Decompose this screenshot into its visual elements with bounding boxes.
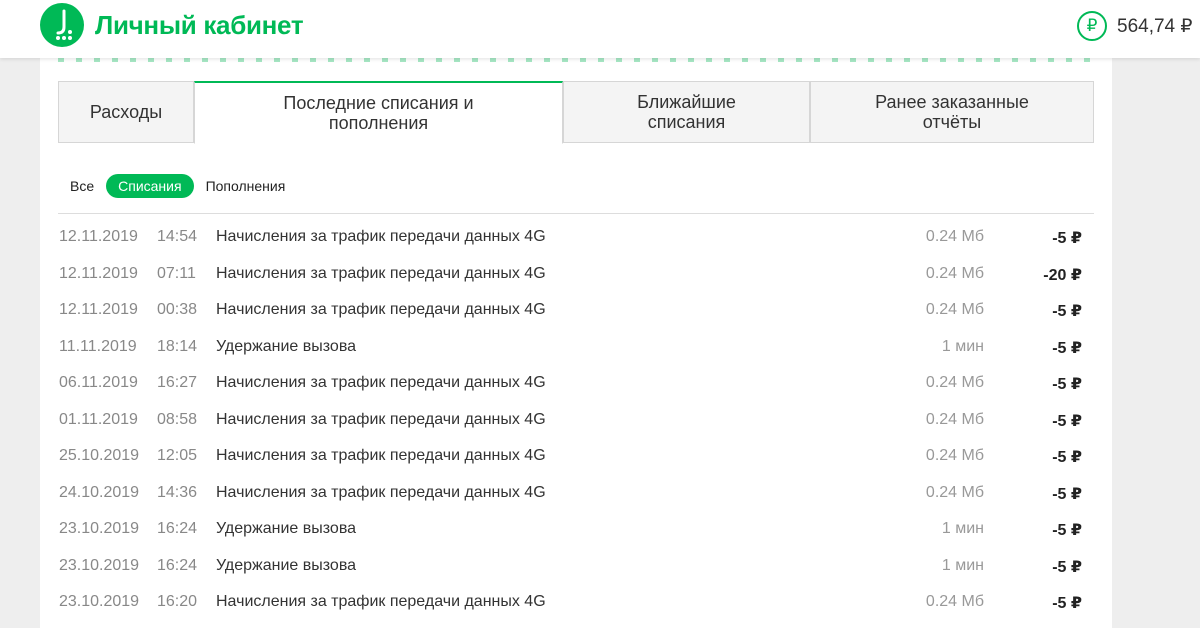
row-date: 25.10.2019 [59,447,140,464]
row-description: Удержание вызова [216,520,357,537]
row-description: Удержание вызова [216,556,357,574]
row-volume: 1 мин [941,337,984,355]
row-date: 06.11.2019 [59,374,138,391]
tab-upcoming-charges[interactable]: Ближайшие списания [563,81,810,143]
table-row[interactable]: 11.11.2019 18:14 Удержание вызова 1 мин -5 ₽ [58,329,1094,366]
row-time: 00:38 [157,301,198,318]
row-volume: 0.24 Мб [925,264,984,282]
row-date: 11.11.2019 [59,337,137,355]
row-amount: -5 ₽ [1052,595,1082,612]
divider [58,213,1094,214]
row-volume: 0.24 Мб [925,593,984,610]
row-amount: -5 ₽ [1052,230,1082,247]
top-header: Личный кабинет ₽ 564,74 ₽ [0,0,1200,58]
row-date: 23.10.2019 [59,556,140,574]
row-description: Начисления за трафик передачи данных 4G [216,410,546,428]
row-amount: -5 ₽ [1052,522,1082,539]
table-row[interactable]: 23.10.2019 16:24 Удержание вызова 1 мин -5 ₽ [58,511,1094,548]
row-amount: -5 ₽ [1052,412,1082,430]
row-amount: -5 ₽ [1052,558,1082,576]
row-date: 12.11.2019 [59,264,138,282]
report-tabs: Расходы Последние списания и пополнения … [58,81,1094,144]
row-date: 24.10.2019 [59,483,140,501]
row-amount: -5 ₽ [1052,303,1082,320]
page-scrollbar[interactable] [1160,58,1200,628]
table-row[interactable]: 12.11.2019 00:38 Начисления за трафик пере… [58,292,1094,329]
row-volume: 0.24 Мб [925,374,984,391]
row-time: 16:27 [157,374,198,391]
row-volume: 0.24 Мб [925,410,984,428]
row-description: Начисления за трафик передачи данных 4G [216,374,546,391]
table-row[interactable]: 25.10.2019 12:05 Начисления за трафик пере… [58,438,1094,475]
tab-label-line2: пополнения [328,113,429,133]
row-time: 12:05 [157,447,198,464]
row-time: 14:54 [157,228,198,245]
table-row[interactable]: 12.11.2019 14:54 Начисления за трафик пере… [58,219,1094,256]
table-row[interactable]: 23.10.2019 16:24 Удержание вызова 1 мин -5 ₽ [58,548,1094,585]
row-description: Начисления за трафик передачи данных 4G [216,593,546,610]
row-time: 18:14 [157,337,198,355]
ruble-icon[interactable]: ₽ [1077,11,1107,41]
row-description: Начисления за трафик передачи данных 4G [216,483,546,501]
row-time: 07:11 [157,264,196,282]
table-row[interactable]: 12.11.2019 07:11 Начисления за трафик пере… [58,256,1094,293]
table-row[interactable]: 23.10.2019 16:20 Начисления за трафик пере… [58,584,1094,621]
row-volume: 1 мин [941,556,984,574]
partial-content-strip [58,58,1094,62]
row-volume: 0.24 Мб [925,483,984,501]
filter-all[interactable]: Все [62,174,102,198]
tab-label: Ближайшие [637,92,736,112]
row-time: 14:36 [157,483,198,501]
row-date: 23.10.2019 [59,593,140,610]
row-time: 08:58 [157,410,198,428]
row-volume: 0.24 Мб [925,447,984,464]
row-amount: -5 ₽ [1052,449,1082,466]
table-row[interactable]: 24.10.2019 14:36 Начисления за трафик пере… [58,475,1094,512]
table-row[interactable]: 06.11.2019 16:27 Начисления за трафик пере… [58,365,1094,402]
row-date: 23.10.2019 [59,520,140,537]
row-amount: -5 ₽ [1052,485,1082,503]
tab-recent-transactions[interactable]: Последние списания и пополнения [194,81,563,144]
tab-expenses[interactable]: Расходы [58,81,194,143]
row-volume: 0.24 Мб [925,301,984,318]
tab-label-line2: списания [647,112,726,132]
filter-topups[interactable]: Пополнения [198,174,294,198]
row-amount: -5 ₽ [1052,339,1082,357]
row-date: 12.11.2019 [59,228,138,245]
row-amount: -20 ₽ [1043,266,1082,284]
row-volume: 0.24 Мб [925,228,984,245]
row-amount: -5 ₽ [1052,376,1082,393]
report-card: Расходы Последние списания и пополнения … [40,58,1112,628]
row-date: 01.11.2019 [59,410,138,428]
tab-label: Расходы [89,102,163,122]
tab-ordered-reports[interactable]: Ранее заказанные отчёты [810,81,1094,143]
balance-value[interactable]: 564,74 ₽ [1117,15,1192,38]
row-description: Начисления за трафик передачи данных 4G [216,264,546,282]
transaction-list: 12.11.2019 14:54 Начисления за трафик пере… [58,219,1094,621]
page-title[interactable]: Личный кабинет [95,10,304,41]
row-time: 16:20 [157,593,198,610]
tab-label: Ранее заказанные [875,92,1029,112]
table-row[interactable]: 01.11.2019 08:58 Начисления за трафик пере… [58,402,1094,439]
row-time: 16:24 [157,556,198,574]
transaction-filter: Все Списания Пополнения [62,174,297,198]
tab-label: Последние списания и [283,93,474,113]
row-description: Удержание вызова [216,337,357,355]
row-description: Начисления за трафик передачи данных 4G [216,228,546,245]
row-description: Начисления за трафик передачи данных 4G [216,301,546,318]
row-description: Начисления за трафик передачи данных 4G [216,447,546,464]
row-time: 16:24 [157,520,198,537]
row-date: 12.11.2019 [59,301,138,318]
megafon-logo-icon[interactable] [40,3,84,47]
row-volume: 1 мин [941,520,984,537]
tab-label-line2: отчёты [922,112,982,132]
filter-charges[interactable]: Списания [106,174,194,198]
